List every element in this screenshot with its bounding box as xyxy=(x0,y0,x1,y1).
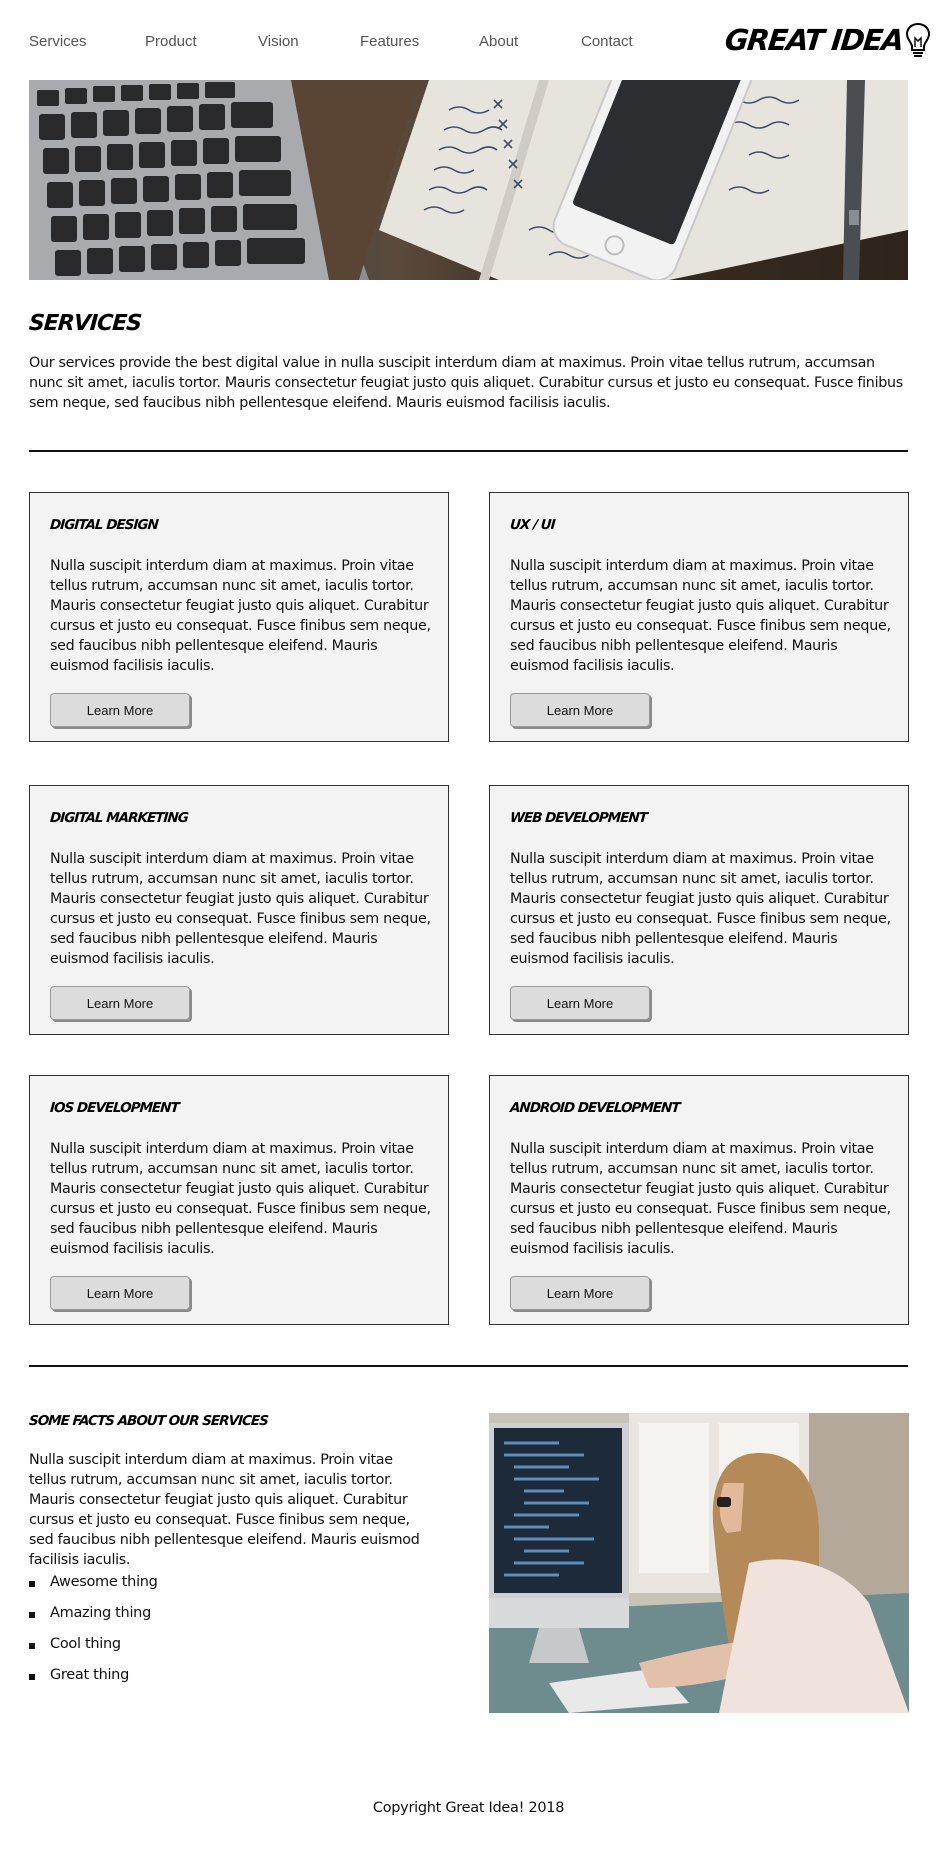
learn-more-button[interactable]: Learn More xyxy=(510,986,650,1020)
square-bullet-icon xyxy=(29,1581,35,1587)
learn-more-button[interactable]: Learn More xyxy=(510,693,650,727)
facts-text: Nulla suscipit interdum diam at maximus.… xyxy=(29,1452,420,1568)
card-title: Digital Marketing xyxy=(49,810,189,826)
card-text: Nulla suscipit interdum diam at maximus.… xyxy=(50,558,431,674)
facts-photo xyxy=(489,1413,909,1713)
brand-logo[interactable]: GREAT IDEA xyxy=(723,18,931,62)
list-item: Amazing thing xyxy=(29,1605,158,1636)
list-item: Great thing xyxy=(29,1667,158,1698)
services-title: Services xyxy=(28,311,142,336)
nav-link-contact[interactable]: Contact xyxy=(581,33,633,50)
nav-link-services[interactable]: Services xyxy=(29,33,87,50)
list-item-label: Amazing thing xyxy=(50,1605,151,1621)
card-text: Nulla suscipit interdum diam at maximus.… xyxy=(510,851,891,967)
square-bullet-icon xyxy=(29,1612,35,1618)
copyright-text: Copyright Great Idea! 2018 xyxy=(372,1800,565,1816)
service-card-ios-development: IOS Development Nulla suscipit interdum … xyxy=(29,1075,449,1325)
page: Services Product Vision Features About C… xyxy=(0,0,937,1870)
card-text: Nulla suscipit interdum diam at maximus.… xyxy=(510,1141,891,1257)
top-nav: Services Product Vision Features About C… xyxy=(0,0,937,80)
card-title: UX / UI xyxy=(509,517,556,533)
section-divider xyxy=(29,1365,908,1367)
learn-more-button[interactable]: Learn More xyxy=(50,986,190,1020)
facts-title: Some Facts About Our Services xyxy=(28,1413,269,1429)
card-title: Web Development xyxy=(509,810,648,826)
card-title: IOS Development xyxy=(49,1100,180,1116)
card-text: Nulla suscipit interdum diam at maximus.… xyxy=(510,558,891,674)
hero-image xyxy=(29,80,908,280)
logo-text: GREAT IDEA xyxy=(723,23,905,57)
service-card-android-development: Android Development Nulla suscipit inter… xyxy=(489,1075,909,1325)
hero-illustration xyxy=(29,80,908,280)
facts-illustration xyxy=(489,1413,909,1713)
list-item-label: Cool thing xyxy=(50,1636,121,1652)
card-title: Android Development xyxy=(509,1100,681,1116)
service-card-web-development: Web Development Nulla suscipit interdum … xyxy=(489,785,909,1035)
card-text: Nulla suscipit interdum diam at maximus.… xyxy=(50,1141,431,1257)
facts-list: Awesome thing Amazing thing Cool thing G… xyxy=(29,1574,158,1698)
section-divider xyxy=(29,450,908,452)
list-item-label: Great thing xyxy=(50,1667,129,1683)
nav-link-product[interactable]: Product xyxy=(145,33,197,50)
card-text: Nulla suscipit interdum diam at maximus.… xyxy=(50,851,431,967)
square-bullet-icon xyxy=(29,1674,35,1680)
learn-more-button[interactable]: Learn More xyxy=(50,693,190,727)
nav-link-features[interactable]: Features xyxy=(360,33,419,50)
nav-link-vision[interactable]: Vision xyxy=(258,33,299,50)
list-item-label: Awesome thing xyxy=(50,1574,158,1590)
nav-link-about[interactable]: About xyxy=(479,33,518,50)
services-intro: Our services provide the best digital va… xyxy=(29,355,903,411)
service-card-digital-marketing: Digital Marketing Nulla suscipit interdu… xyxy=(29,785,449,1035)
list-item: Cool thing xyxy=(29,1636,158,1667)
service-card-ux-ui: UX / UI Nulla suscipit interdum diam at … xyxy=(489,492,909,742)
service-card-digital-design: Digital Design Nulla suscipit interdum d… xyxy=(29,492,449,742)
learn-more-button[interactable]: Learn More xyxy=(510,1276,650,1310)
learn-more-button[interactable]: Learn More xyxy=(50,1276,190,1310)
card-title: Digital Design xyxy=(49,517,159,533)
lightbulb-icon xyxy=(905,22,930,57)
square-bullet-icon xyxy=(29,1643,35,1649)
list-item: Awesome thing xyxy=(29,1574,158,1605)
